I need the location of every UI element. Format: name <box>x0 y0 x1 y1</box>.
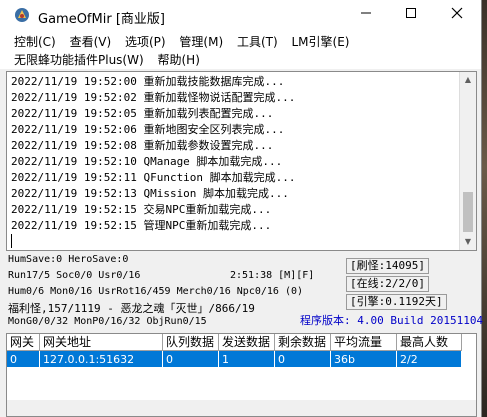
log-line: 2022/11/19 19:52:10 QManage 脚本加载完成... <box>11 155 283 168</box>
maximize-button[interactable] <box>388 0 434 31</box>
menu-tools[interactable]: 工具(T) <box>237 33 278 50</box>
log-line: 2022/11/19 19:52:11 QFunction 脚本加载完成... <box>11 171 296 184</box>
status-objects: MonG0/0/32 MonP0/16/32 ObjRun0/15 <box>8 316 207 327</box>
window-title: GameOfMir [商业版] <box>38 12 165 27</box>
minimize-icon <box>361 12 371 14</box>
scroll-down-icon[interactable]: ▼ <box>460 234 476 250</box>
menu-options[interactable]: 选项(P) <box>125 33 166 50</box>
menu-plugin-plus[interactable]: 无限蜂功能插件Plus(W) <box>14 51 144 68</box>
cell-gateway: 0 <box>7 351 40 368</box>
col-queue-data[interactable]: 队列数据 <box>163 334 219 351</box>
program-version: 程序版本: 4.00 Build 20151104 <box>300 314 484 327</box>
status-boss: 福利怪,157/1119 - 恶龙之魂「灭世」/866/19 <box>8 302 255 315</box>
app-icon <box>15 8 29 22</box>
status-counts: Hum0/6 Mon0/16 UsrRot16/459 Merch0/16 Np… <box>8 286 304 297</box>
log-line: 2022/11/19 19:52:02 重新加载怪物说话配置完成... <box>11 91 296 104</box>
cell-queue-data: 0 <box>163 351 219 368</box>
cell-max-users: 2/2 <box>397 351 462 368</box>
menu-lm-engine[interactable]: LM引擎(E) <box>292 33 350 50</box>
col-avg-traffic[interactable]: 平均流量 <box>331 334 397 351</box>
table-hscrollbar[interactable] <box>7 400 476 416</box>
status-clock: 2:51:38 [M][F] <box>230 270 315 281</box>
maximize-icon <box>406 8 416 18</box>
status-save: HumSave:0 HeroSave:0 <box>8 254 129 265</box>
menu-help[interactable]: 帮助(H) <box>158 51 200 68</box>
menu-bar: 控制(C) 查看(V) 选项(P) 管理(M) 工具(T) LM引擎(E) 无限… <box>0 31 481 69</box>
menu-manage[interactable]: 管理(M) <box>179 33 223 50</box>
log-line: 2022/11/19 19:52:13 QMission 脚本加载完成... <box>11 187 289 200</box>
log-line: 2022/11/19 19:52:00 重新加载技能数据库完成... <box>11 75 285 88</box>
log-scrollbar[interactable]: ▲ ▼ <box>459 72 476 250</box>
cell-avg-traffic: 36b <box>331 351 397 368</box>
engine-uptime-panel: [引擎:0.1192天] <box>346 294 447 310</box>
close-icon <box>451 7 463 19</box>
minimize-button[interactable] <box>343 0 389 31</box>
online-panel: [在线:2/2/0] <box>346 276 429 292</box>
text-cursor <box>11 234 12 248</box>
col-gateway-address[interactable]: 网关地址 <box>40 334 163 351</box>
log-line: 2022/11/19 19:52:15 交易NPC重新加载完成... <box>11 203 272 216</box>
cell-sent-data: 1 <box>219 351 275 368</box>
scroll-up-icon[interactable]: ▲ <box>460 72 476 88</box>
cell-remaining-data: 0 <box>275 351 331 368</box>
menu-row-1: 控制(C) 查看(V) 选项(P) 管理(M) 工具(T) LM引擎(E) <box>14 33 360 50</box>
col-max-users[interactable]: 最高人数 <box>397 334 462 351</box>
log-panel[interactable]: 2022/11/19 19:52:00 重新加载技能数据库完成... 2022/… <box>6 71 477 251</box>
main-window: GameOfMir [商业版] 控制(C) 查看(V) 选项(P) 管理(M) … <box>0 0 484 417</box>
log-line: 2022/11/19 19:52:08 重新加载参数设置完成... <box>11 139 274 152</box>
col-remaining-data[interactable]: 剩余数据 <box>275 334 331 351</box>
log-line: 2022/11/19 19:52:15 管理NPC重新加载完成... <box>11 219 272 232</box>
refresh-monster-panel: [刷怪:14095] <box>346 258 429 274</box>
gateway-table: 网关 网关地址 队列数据 发送数据 剩余数据 平均流量 最高人数 0 127.0… <box>6 333 477 417</box>
status-run: Run17/5 Soc0/0 Usr0/16 <box>8 270 141 281</box>
log-line: 2022/11/19 19:52:06 重新地图安全区列表完成... <box>11 123 285 136</box>
log-line: 2022/11/19 19:52:05 重新加载列表配置完成... <box>11 107 274 120</box>
menu-row-2: 无限蜂功能插件Plus(W) 帮助(H) <box>14 51 210 68</box>
close-button[interactable] <box>434 0 480 31</box>
title-bar: GameOfMir [商业版] <box>0 0 481 31</box>
menu-view[interactable]: 查看(V) <box>70 33 112 50</box>
menu-control[interactable]: 控制(C) <box>14 33 56 50</box>
col-gateway[interactable]: 网关 <box>7 334 40 351</box>
table-row[interactable]: 0 127.0.0.1:51632 0 1 0 36b 2/2 <box>7 351 462 368</box>
cell-gateway-address: 127.0.0.1:51632 <box>40 351 163 368</box>
table-header: 网关 网关地址 队列数据 发送数据 剩余数据 平均流量 最高人数 <box>7 334 476 351</box>
col-sent-data[interactable]: 发送数据 <box>219 334 275 351</box>
scroll-thumb[interactable] <box>463 192 473 232</box>
